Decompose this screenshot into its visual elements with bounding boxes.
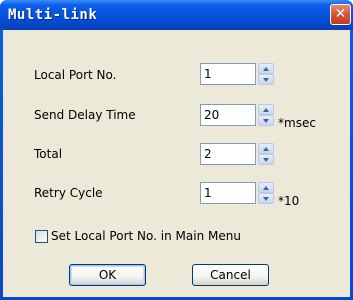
local-port-spin-down[interactable]	[258, 74, 274, 85]
retry-cycle-label: Retry Cycle	[34, 186, 103, 200]
send-delay-spin-up[interactable]	[258, 104, 274, 115]
total-spinner[interactable]	[258, 143, 274, 165]
local-port-input[interactable]: 1	[200, 63, 256, 85]
ok-button[interactable]: OK	[69, 264, 146, 286]
send-delay-spin-down[interactable]	[258, 115, 274, 126]
set-local-port-label: Set Local Port No. in Main Menu	[51, 229, 241, 243]
total-value: 2	[204, 147, 212, 161]
total-input[interactable]: 2	[200, 143, 256, 165]
send-delay-unit: *msec	[278, 116, 316, 130]
arrow-down-icon	[263, 197, 269, 201]
arrow-up-icon	[263, 186, 269, 190]
arrow-down-icon	[263, 119, 269, 123]
arrow-up-icon	[263, 147, 269, 151]
retry-cycle-value: 1	[204, 186, 212, 200]
retry-cycle-spinner[interactable]	[258, 182, 274, 204]
total-label: Total	[34, 147, 63, 161]
close-button[interactable]: ✕	[330, 4, 351, 25]
send-delay-value: 20	[204, 108, 220, 122]
local-port-spin-up[interactable]	[258, 63, 274, 74]
cancel-button[interactable]: Cancel	[192, 264, 269, 286]
arrow-down-icon	[263, 158, 269, 162]
total-spin-up[interactable]	[258, 143, 274, 154]
send-delay-input[interactable]: 20	[200, 104, 256, 126]
retry-cycle-input[interactable]: 1	[200, 182, 256, 204]
retry-cycle-spin-down[interactable]	[258, 193, 274, 204]
local-port-label: Local Port No.	[34, 68, 117, 82]
arrow-up-icon	[263, 67, 269, 71]
close-icon: ✕	[334, 6, 347, 22]
local-port-value: 1	[204, 67, 212, 81]
window-title: Multi-link	[8, 7, 98, 23]
dialog-window: Multi-link ✕ Local Port No. 1 Send Delay…	[0, 0, 353, 300]
arrow-up-icon	[263, 108, 269, 112]
total-spin-down[interactable]	[258, 154, 274, 165]
retry-cycle-spin-up[interactable]	[258, 182, 274, 193]
local-port-spinner[interactable]	[258, 63, 274, 85]
set-local-port-checkbox[interactable]	[35, 230, 48, 243]
send-delay-spinner[interactable]	[258, 104, 274, 126]
dialog-body: Local Port No. 1 Send Delay Time 20 *mse…	[3, 30, 350, 297]
retry-cycle-unit: *10	[278, 194, 300, 208]
title-bar[interactable]: Multi-link ✕	[0, 0, 353, 30]
send-delay-label: Send Delay Time	[34, 108, 136, 122]
arrow-down-icon	[263, 78, 269, 82]
